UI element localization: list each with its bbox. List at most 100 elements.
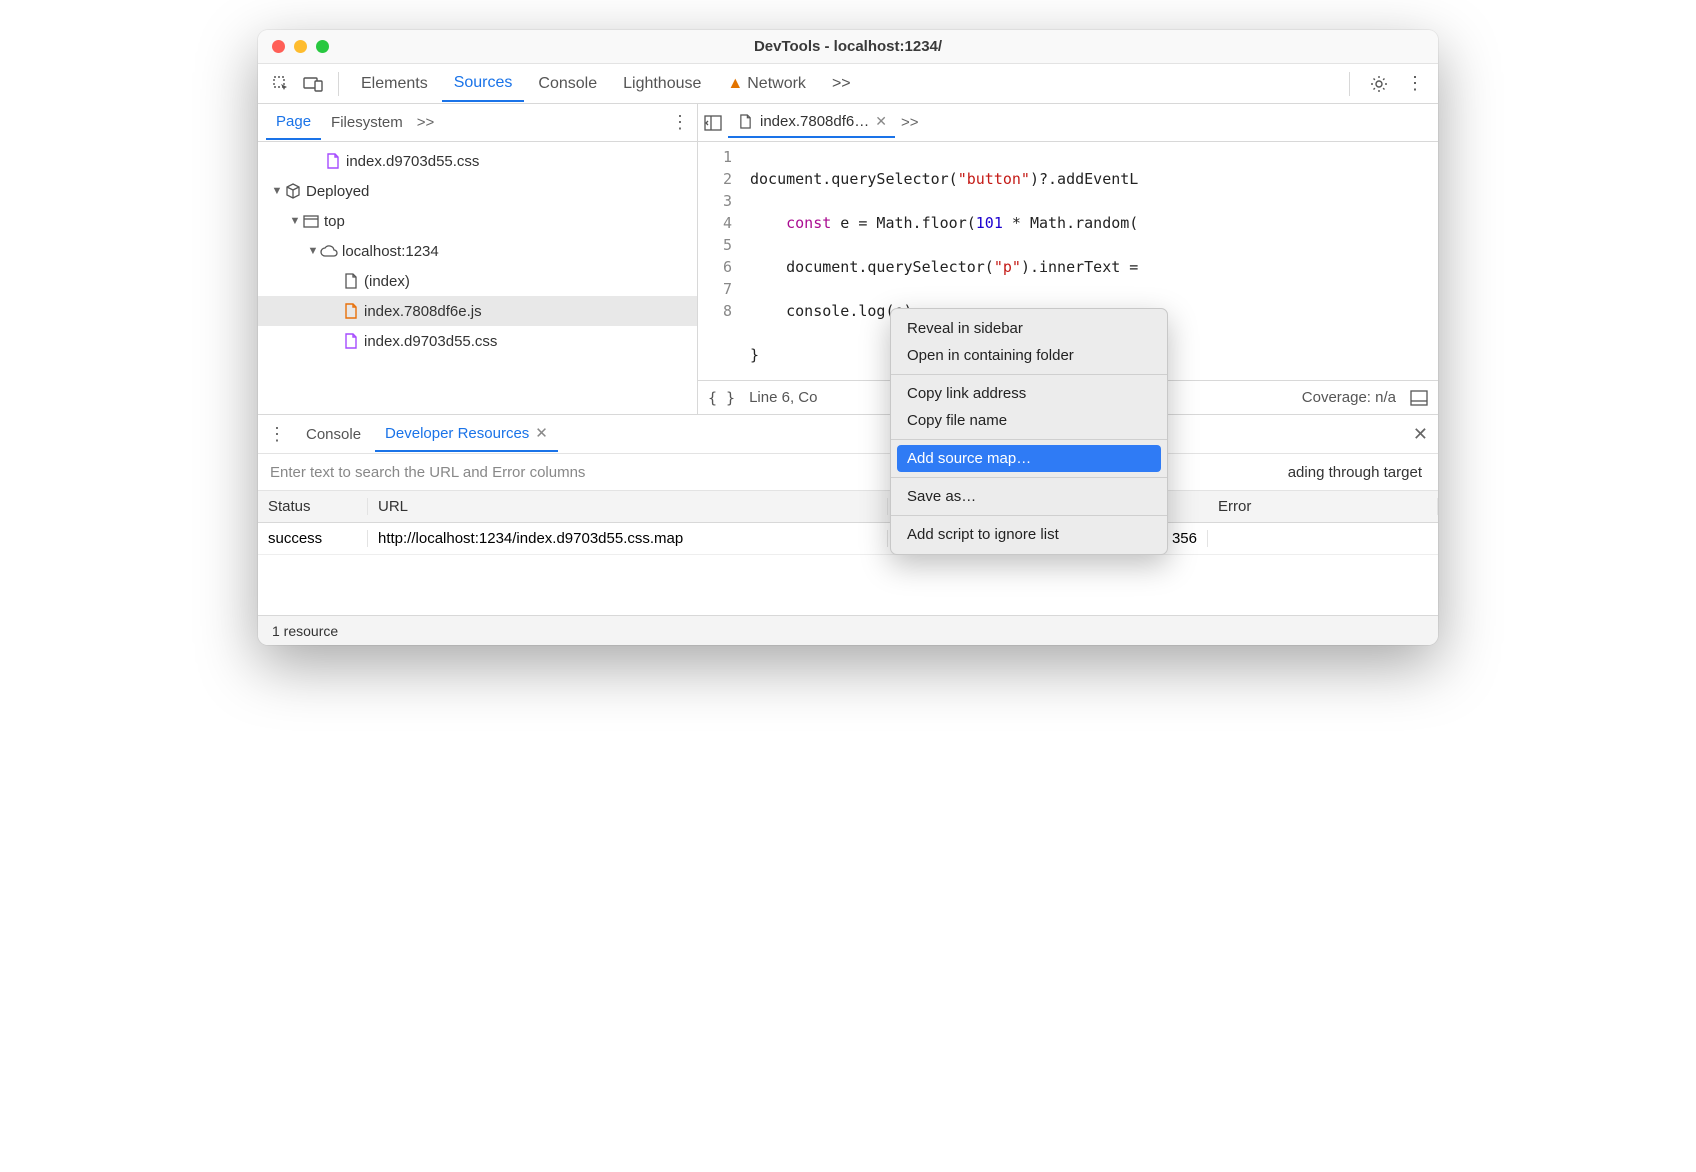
separator bbox=[891, 439, 1167, 440]
col-url[interactable]: URL bbox=[368, 498, 888, 515]
disclosure-icon: ▼ bbox=[288, 215, 302, 227]
subtab-filesystem[interactable]: Filesystem bbox=[321, 106, 413, 139]
ctx-copy-filename[interactable]: Copy file name bbox=[891, 407, 1167, 434]
navigator-tabs: Page Filesystem >> ⋮ bbox=[258, 104, 697, 142]
tree-file-js[interactable]: index.7808df6e.js bbox=[258, 296, 697, 326]
warning-icon: ▲ bbox=[727, 75, 743, 92]
tree-index[interactable]: (index) bbox=[258, 266, 697, 296]
close-window-button[interactable] bbox=[272, 40, 285, 53]
close-drawer-icon[interactable]: ✕ bbox=[1413, 424, 1428, 445]
table-row[interactable]: success http://localhost:1234/index.d970… bbox=[258, 523, 1438, 555]
kebab-menu-icon[interactable]: ⋮ bbox=[1400, 69, 1430, 99]
deployed-icon bbox=[284, 183, 302, 199]
editor-tabs: index.7808df6… ✕ >> bbox=[698, 104, 1438, 142]
line-number: 7 bbox=[698, 278, 732, 300]
line-number: 4 bbox=[698, 212, 732, 234]
drawer-tab-devresources[interactable]: Developer Resources ✕ bbox=[375, 416, 558, 452]
window-title: DevTools - localhost:1234/ bbox=[258, 38, 1438, 55]
js-file-icon bbox=[736, 114, 754, 129]
drawer-menu-icon[interactable]: ⋮ bbox=[268, 424, 286, 445]
line-number: 2 bbox=[698, 168, 732, 190]
col-status[interactable]: Status bbox=[258, 498, 368, 515]
close-drawer-tab-icon[interactable]: ✕ bbox=[535, 425, 548, 442]
separator bbox=[891, 477, 1167, 478]
content-area: Page Filesystem >> ⋮ index.d9703d55.css … bbox=[258, 104, 1438, 414]
titlebar: DevTools - localhost:1234/ bbox=[258, 30, 1438, 64]
device-toolbar-icon[interactable] bbox=[298, 69, 328, 99]
tab-network[interactable]: ▲Network bbox=[715, 67, 818, 101]
close-tab-icon[interactable]: ✕ bbox=[875, 113, 887, 130]
ctx-copy-link[interactable]: Copy link address bbox=[891, 380, 1167, 407]
line-number: 6 bbox=[698, 256, 732, 278]
file-tree: index.d9703d55.css ▼ Deployed ▼ top ▼ lo… bbox=[258, 142, 697, 414]
editor-tab-label: index.7808df6… bbox=[760, 113, 869, 130]
tabs-overflow[interactable]: >> bbox=[820, 67, 863, 101]
tree-file-css[interactable]: index.d9703d55.css bbox=[258, 146, 697, 176]
navigator-menu-icon[interactable]: ⋮ bbox=[671, 112, 689, 133]
subtab-page[interactable]: Page bbox=[266, 105, 321, 140]
ctx-add-source-map[interactable]: Add source map… bbox=[897, 445, 1161, 472]
editor-tabs-overflow[interactable]: >> bbox=[901, 114, 919, 131]
maximize-window-button[interactable] bbox=[316, 40, 329, 53]
tree-label: (index) bbox=[364, 273, 410, 290]
drawer-tab-console[interactable]: Console bbox=[296, 418, 371, 451]
settings-icon[interactable] bbox=[1364, 69, 1394, 99]
minimize-window-button[interactable] bbox=[294, 40, 307, 53]
cloud-icon bbox=[320, 245, 338, 257]
drawer: ⋮ Console Developer Resources ✕ ✕ ading t… bbox=[258, 414, 1438, 645]
cursor-position: Line 6, Co bbox=[749, 389, 817, 406]
cell-status: success bbox=[258, 530, 368, 547]
drawer-tab-label: Developer Resources bbox=[385, 425, 529, 442]
subtabs-overflow[interactable]: >> bbox=[417, 114, 435, 131]
navigator-pane: Page Filesystem >> ⋮ index.d9703d55.css … bbox=[258, 104, 698, 414]
search-row: ading through target bbox=[258, 453, 1438, 491]
separator bbox=[891, 374, 1167, 375]
context-menu: Reveal in sidebar Open in containing fol… bbox=[890, 308, 1168, 555]
js-file-icon bbox=[342, 303, 360, 319]
cell-url: http://localhost:1234/index.d9703d55.css… bbox=[368, 530, 888, 547]
pretty-print-icon[interactable]: { } bbox=[708, 389, 735, 407]
tree-label: top bbox=[324, 213, 345, 230]
ctx-open-folder[interactable]: Open in containing folder bbox=[891, 342, 1167, 369]
coverage-label: Coverage: n/a bbox=[1302, 389, 1396, 406]
line-number: 5 bbox=[698, 234, 732, 256]
tab-sources[interactable]: Sources bbox=[442, 66, 525, 102]
ctx-save-as[interactable]: Save as… bbox=[891, 483, 1167, 510]
tree-top[interactable]: ▼ top bbox=[258, 206, 697, 236]
tree-label: localhost:1234 bbox=[342, 243, 439, 260]
inspect-icon[interactable] bbox=[266, 69, 296, 99]
css-file-icon bbox=[324, 153, 342, 169]
tab-network-label: Network bbox=[747, 75, 806, 92]
tab-console[interactable]: Console bbox=[526, 67, 609, 101]
disclosure-icon: ▼ bbox=[270, 185, 284, 197]
tree-host[interactable]: ▼ localhost:1234 bbox=[258, 236, 697, 266]
line-number: 8 bbox=[698, 300, 732, 322]
tree-deployed[interactable]: ▼ Deployed bbox=[258, 176, 697, 206]
css-file-icon bbox=[342, 333, 360, 349]
line-number: 1 bbox=[698, 146, 732, 168]
show-details-icon[interactable] bbox=[1410, 390, 1428, 406]
resources-table: Status URL Error success http://localhos… bbox=[258, 491, 1438, 615]
tree-label: index.7808df6e.js bbox=[364, 303, 482, 320]
window-controls bbox=[258, 40, 329, 53]
drawer-tabs: ⋮ Console Developer Resources ✕ ✕ bbox=[258, 415, 1438, 453]
tab-lighthouse[interactable]: Lighthouse bbox=[611, 67, 713, 101]
col-error[interactable]: Error bbox=[1208, 498, 1438, 515]
disclosure-icon: ▼ bbox=[306, 245, 320, 257]
tab-elements[interactable]: Elements bbox=[349, 67, 440, 101]
separator bbox=[1349, 72, 1350, 96]
ctx-ignore-list[interactable]: Add script to ignore list bbox=[891, 521, 1167, 548]
tree-label: index.d9703d55.css bbox=[364, 333, 497, 350]
tree-file-css2[interactable]: index.d9703d55.css bbox=[258, 326, 697, 356]
table-spacer bbox=[258, 555, 1438, 615]
editor-tab[interactable]: index.7808df6… ✕ bbox=[728, 107, 895, 138]
line-number: 3 bbox=[698, 190, 732, 212]
ctx-reveal-sidebar[interactable]: Reveal in sidebar bbox=[891, 315, 1167, 342]
tree-label: index.d9703d55.css bbox=[346, 153, 479, 170]
separator bbox=[338, 72, 339, 96]
resource-count: 1 resource bbox=[272, 623, 338, 639]
drawer-footer: 1 resource bbox=[258, 615, 1438, 645]
gutter: 1 2 3 4 5 6 7 8 bbox=[698, 142, 742, 380]
document-icon bbox=[342, 273, 360, 289]
toggle-navigator-icon[interactable] bbox=[704, 115, 722, 131]
